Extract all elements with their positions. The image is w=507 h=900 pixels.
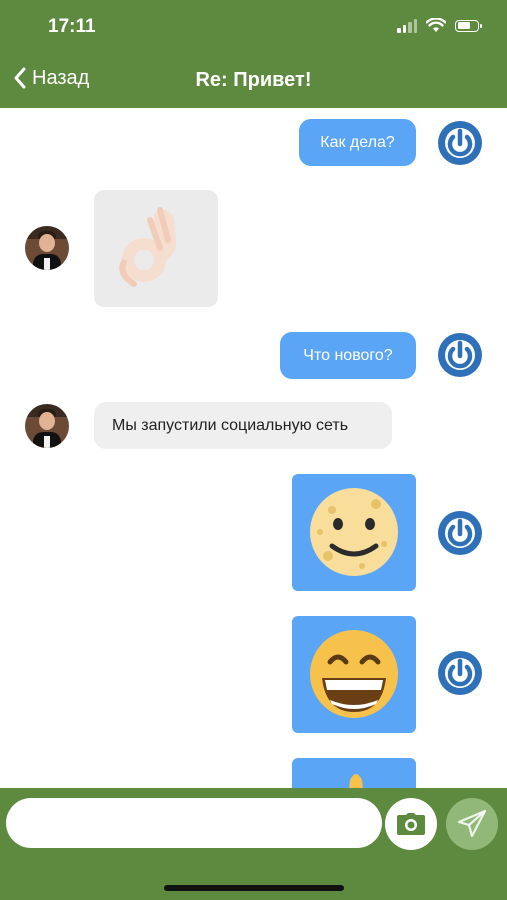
ok-hand-icon [119,207,177,287]
composer-bar [0,788,507,900]
signal-icon [397,18,417,33]
top-bar: 17:11 Назад Re: Привет! [0,0,507,108]
wifi-icon [426,18,446,32]
outgoing-message[interactable]: Что нового? [280,332,416,379]
back-label: Назад [32,66,90,89]
power-icon-avatar[interactable] [437,120,483,166]
power-icon-avatar[interactable] [437,650,483,696]
avatar[interactable] [25,404,69,448]
send-icon [457,809,487,838]
home-indicator [164,885,344,891]
camera-icon [397,813,425,835]
outgoing-message[interactable]: Как дела? [299,119,416,166]
power-icon-avatar[interactable] [437,510,483,556]
grinning-face-sticker[interactable] [292,616,416,733]
message-text: Что нового? [303,346,393,364]
camera-button[interactable] [385,798,437,850]
chevron-left-icon [14,67,26,89]
message-input[interactable] [6,798,382,848]
message-list[interactable]: Как дела? Что нового? Мы запустили социа… [0,108,507,788]
moon-face-icon [310,488,398,576]
moon-face-sticker[interactable] [292,474,416,591]
hand-sticker[interactable] [292,758,416,788]
message-text: Мы запустили социальную сеть [112,416,349,434]
avatar[interactable] [25,226,69,270]
hand-icon [349,774,363,788]
message-text: Как дела? [320,133,395,151]
status-time: 17:11 [48,16,96,37]
incoming-message[interactable]: Мы запустили социальную сеть [94,402,392,449]
grinning-face-icon [310,630,398,718]
send-button[interactable] [446,798,498,850]
battery-icon [455,19,482,32]
status-icons [397,18,482,33]
power-icon-avatar[interactable] [437,332,483,378]
ok-hand-sticker[interactable] [94,190,218,307]
back-button[interactable]: Назад [12,66,89,90]
